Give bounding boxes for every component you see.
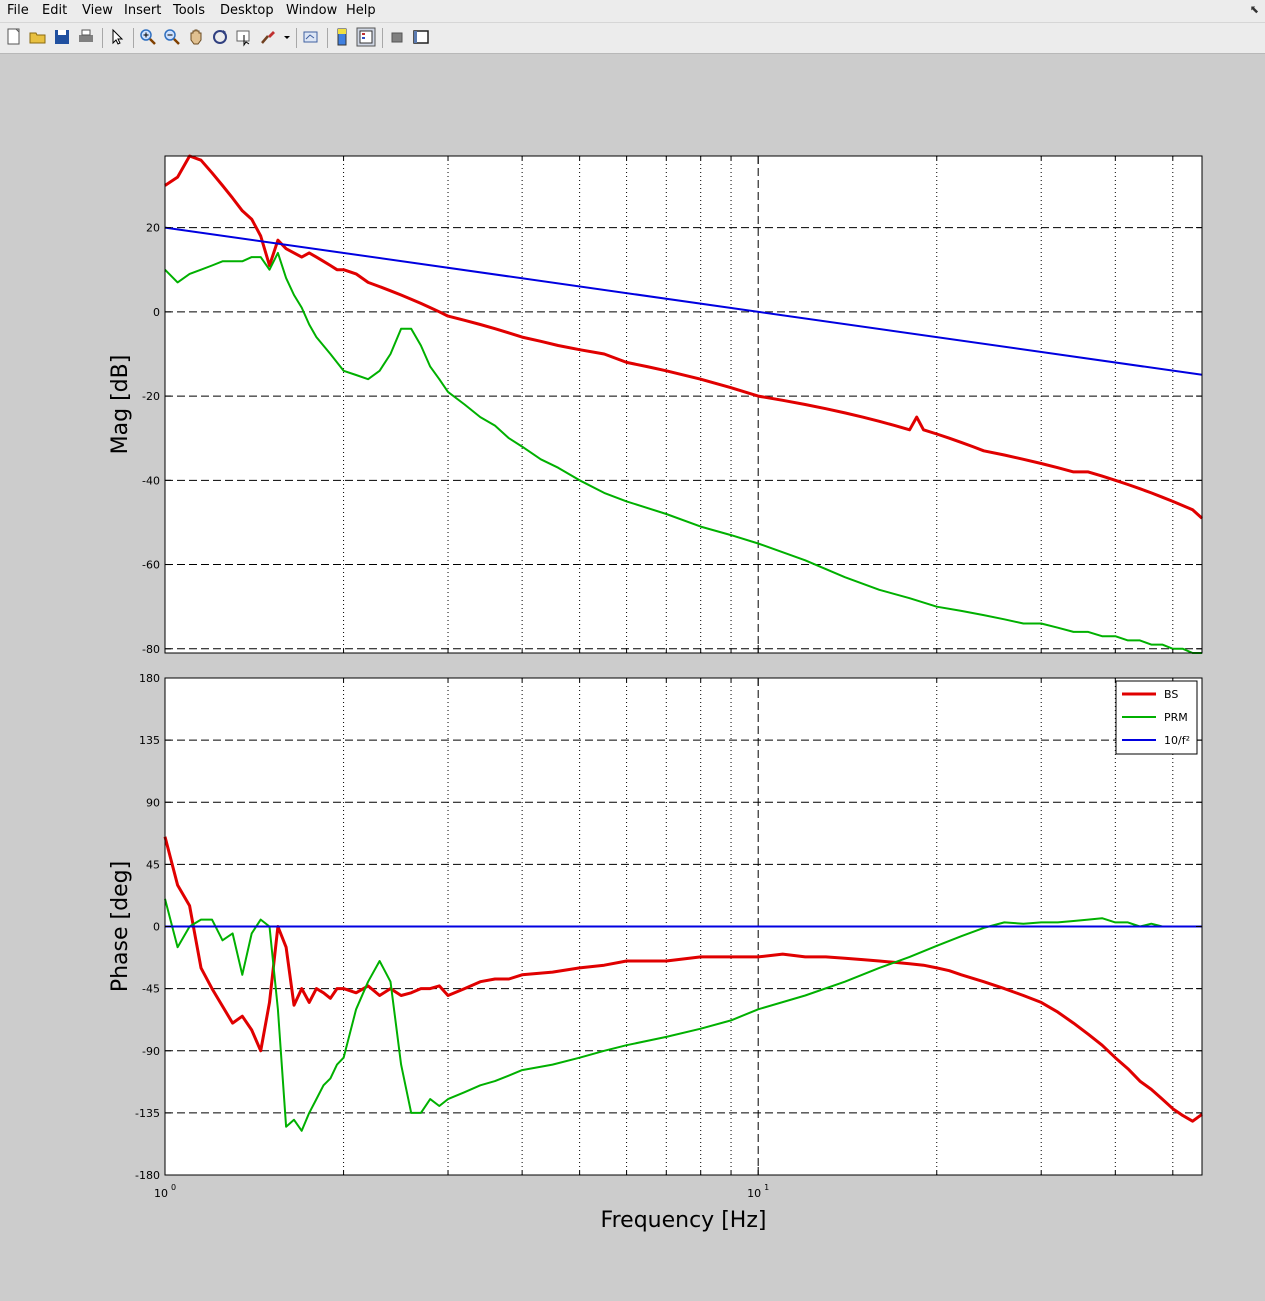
y-tick-label: 45: [146, 858, 160, 871]
menu-window[interactable]: Window: [286, 3, 337, 18]
save-icon: [55, 30, 69, 44]
toolbar-separator: [327, 28, 328, 48]
dock-arrow-icon[interactable]: ⬉: [1250, 3, 1259, 16]
zoom-in-button[interactable]: [138, 27, 158, 47]
menu-view[interactable]: View: [82, 3, 113, 18]
menu-tools[interactable]: Tools: [173, 3, 205, 18]
rotate-3d-icon: [213, 30, 227, 44]
select-arrow-button[interactable]: [107, 27, 127, 47]
link-plot-icon: [303, 31, 318, 43]
brush-button[interactable]: [258, 27, 278, 47]
y-tick-label: -40: [142, 474, 160, 487]
menu-edit[interactable]: Edit: [42, 3, 67, 18]
y-tick-label: 0: [153, 921, 160, 934]
hide-plot-tools-icon: [391, 32, 403, 43]
hide-plot-tools-button[interactable]: [387, 27, 407, 47]
y-tick-label: -20: [142, 390, 160, 403]
legend-label: 10/f²: [1164, 734, 1190, 747]
menu-file[interactable]: File: [7, 3, 29, 18]
colorbar-icon: [337, 28, 347, 46]
show-plot-tools-icon: [413, 30, 429, 44]
y-tick-label: 135: [139, 734, 160, 747]
save-button[interactable]: [52, 27, 72, 47]
figure-toolbar: [0, 23, 1265, 54]
new-figure-icon: [7, 28, 20, 45]
open-file-icon: [29, 32, 46, 44]
rotate-3d-button[interactable]: [210, 27, 230, 47]
colorbar-button[interactable]: [332, 27, 352, 47]
menu-desktop[interactable]: Desktop: [220, 3, 274, 18]
y-tick-label: -180: [135, 1169, 160, 1182]
x-tick-label-exponent: 1: [764, 1183, 769, 1192]
y-axis-label: Mag [dB]: [108, 355, 133, 455]
data-cursor-button[interactable]: [234, 27, 254, 47]
legend-button[interactable]: [356, 27, 376, 47]
pan-hand-button[interactable]: [186, 27, 206, 47]
zoom-out-button[interactable]: [162, 27, 182, 47]
show-plot-tools-button[interactable]: [411, 27, 431, 47]
x-tick-label-exponent: 0: [171, 1183, 176, 1192]
toolbar-separator: [133, 28, 134, 48]
phase-axes: -180-135-90-4504590135180Phase [deg]10 0 1…: [108, 672, 1203, 1233]
legend-label: PRM: [1164, 711, 1188, 724]
menu-help[interactable]: Help: [346, 3, 376, 18]
y-tick-label: -45: [142, 983, 160, 996]
x-tick-label: 10: [747, 1187, 761, 1200]
print-button[interactable]: [76, 27, 96, 47]
x-axis-label: Frequency [Hz]: [601, 1208, 767, 1233]
x-tick-label: 10: [154, 1187, 168, 1200]
menu-insert[interactable]: Insert: [124, 3, 161, 18]
y-tick-label: -80: [142, 643, 160, 656]
dropdown-arrow-icon: [284, 36, 290, 39]
y-tick-label: -90: [142, 1045, 160, 1058]
dropdown-arrow-button[interactable]: [282, 27, 302, 47]
brush-icon: [261, 31, 275, 44]
y-axis-label: Phase [deg]: [108, 861, 133, 992]
zoom-in-icon: [140, 29, 156, 45]
magnitude-axes: -80 -60 -40 -20 0 20 Mag [dB]: [108, 154, 1203, 656]
data-cursor-icon: [236, 30, 250, 47]
select-arrow-icon: [112, 28, 124, 45]
new-figure-button[interactable]: [4, 27, 24, 47]
toolbar-separator: [296, 28, 297, 48]
y-tick-label: 0: [153, 306, 160, 319]
toolbar-separator: [382, 28, 383, 48]
menu-bar: File Edit View Insert Tools Desktop Window Help…: [0, 0, 1265, 23]
legend: BS PRM 10/f²: [1115, 680, 1198, 755]
y-tick-label: 90: [146, 796, 160, 809]
open-file-button[interactable]: [28, 27, 48, 47]
y-tick-label: 180: [139, 672, 160, 685]
y-tick-label: -60: [142, 559, 160, 572]
print-icon: [79, 29, 93, 42]
zoom-out-icon: [164, 29, 180, 45]
axes-background: [165, 156, 1202, 653]
legend-label: BS: [1164, 688, 1178, 701]
link-plot-button[interactable]: [301, 27, 321, 47]
legend-icon: [356, 27, 376, 47]
figure-canvas: -80 -60 -40 -20 0 20 Mag [dB] -180 -135 -90 -45 0 45…: [108, 154, 1203, 1233]
toolbar-separator: [102, 28, 103, 48]
y-tick-label: -135: [135, 1107, 160, 1120]
y-tick-label: 20: [146, 222, 160, 235]
pan-hand-icon: [190, 29, 202, 45]
